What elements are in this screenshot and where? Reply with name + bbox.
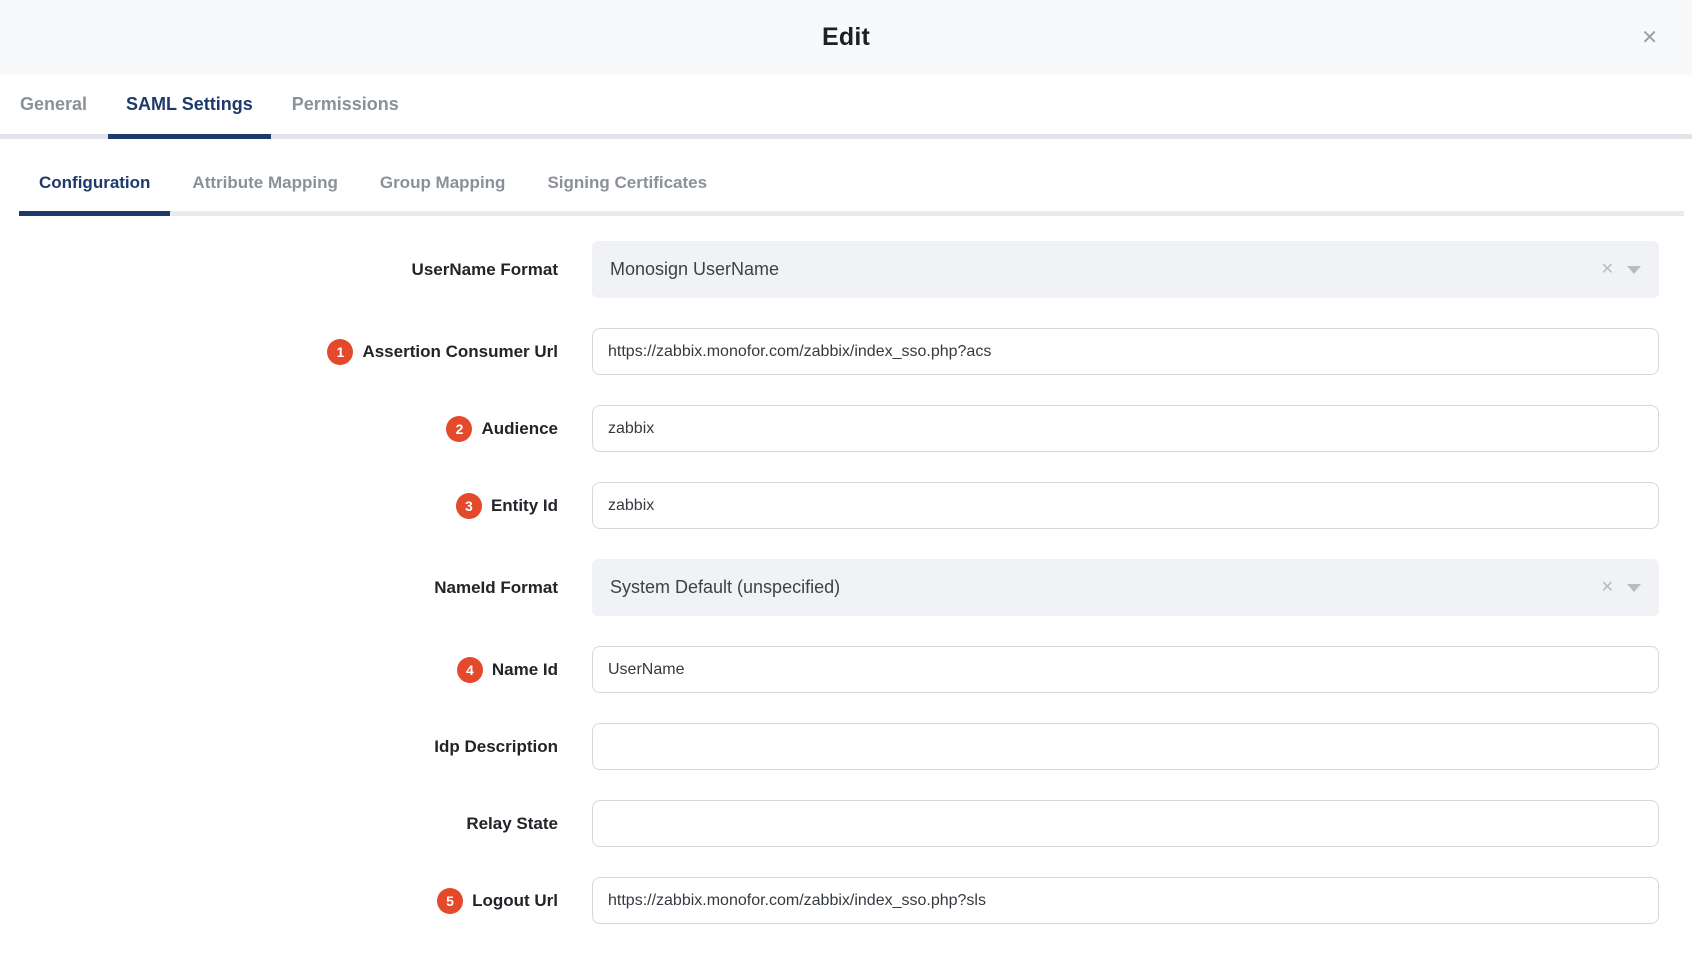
relay-state-input[interactable] [592, 800, 1659, 847]
subtab-group-mapping[interactable]: Group Mapping [360, 155, 526, 216]
form-row: Relay State [0, 800, 1692, 847]
select-value: System Default (unspecified) [610, 577, 1601, 598]
logout-url-input[interactable] [592, 877, 1659, 924]
field-label: NameId Format [0, 578, 558, 598]
subtab-attribute-mapping[interactable]: Attribute Mapping [172, 155, 357, 216]
saml-configuration-form: UserName Format Monosign UserName ✕ 1 As… [0, 241, 1692, 924]
assertion-consumer-url-input[interactable] [592, 328, 1659, 375]
main-tab-bar: General SAML Settings Permissions [0, 75, 1692, 139]
step-badge: 5 [437, 888, 463, 914]
form-row: NameId Format System Default (unspecifie… [0, 559, 1692, 616]
form-row: 3 Entity Id [0, 482, 1692, 529]
subtab-configuration[interactable]: Configuration [19, 155, 170, 216]
chevron-down-icon[interactable] [1627, 266, 1641, 274]
field-label: 5 Logout Url [0, 888, 558, 914]
field-label: 1 Assertion Consumer Url [0, 339, 558, 365]
name-id-input[interactable] [592, 646, 1659, 693]
chevron-down-icon[interactable] [1627, 584, 1641, 592]
tab-permissions[interactable]: Permissions [274, 75, 417, 139]
form-row: UserName Format Monosign UserName ✕ [0, 241, 1692, 298]
clear-icon[interactable]: ✕ [1601, 580, 1614, 596]
field-label: Relay State [0, 814, 558, 834]
page-title: Edit [822, 23, 870, 52]
saml-subtab-bar: Configuration Attribute Mapping Group Ma… [19, 155, 1684, 216]
tab-saml-settings[interactable]: SAML Settings [108, 75, 271, 139]
clear-icon[interactable]: ✕ [1601, 262, 1614, 278]
form-row: Idp Description [0, 723, 1692, 770]
step-badge: 3 [456, 493, 482, 519]
form-row: 2 Audience [0, 405, 1692, 452]
close-icon[interactable]: ✕ [1641, 28, 1658, 48]
tab-general[interactable]: General [2, 75, 105, 139]
field-label: 3 Entity Id [0, 493, 558, 519]
step-badge: 1 [327, 339, 353, 365]
form-row: 1 Assertion Consumer Url [0, 328, 1692, 375]
field-label: Idp Description [0, 737, 558, 757]
step-badge: 2 [446, 416, 472, 442]
audience-input[interactable] [592, 405, 1659, 452]
username-format-select[interactable]: Monosign UserName ✕ [592, 241, 1659, 298]
field-label: 2 Audience [0, 416, 558, 442]
idp-description-input[interactable] [592, 723, 1659, 770]
modal-header: Edit ✕ [0, 0, 1692, 75]
step-badge: 4 [457, 657, 483, 683]
select-value: Monosign UserName [610, 259, 1601, 280]
subtab-signing-certificates[interactable]: Signing Certificates [527, 155, 727, 216]
form-row: 5 Logout Url [0, 877, 1692, 924]
nameid-format-select[interactable]: System Default (unspecified) ✕ [592, 559, 1659, 616]
field-label: 4 Name Id [0, 657, 558, 683]
form-row: 4 Name Id [0, 646, 1692, 693]
field-label: UserName Format [0, 260, 558, 280]
entity-id-input[interactable] [592, 482, 1659, 529]
